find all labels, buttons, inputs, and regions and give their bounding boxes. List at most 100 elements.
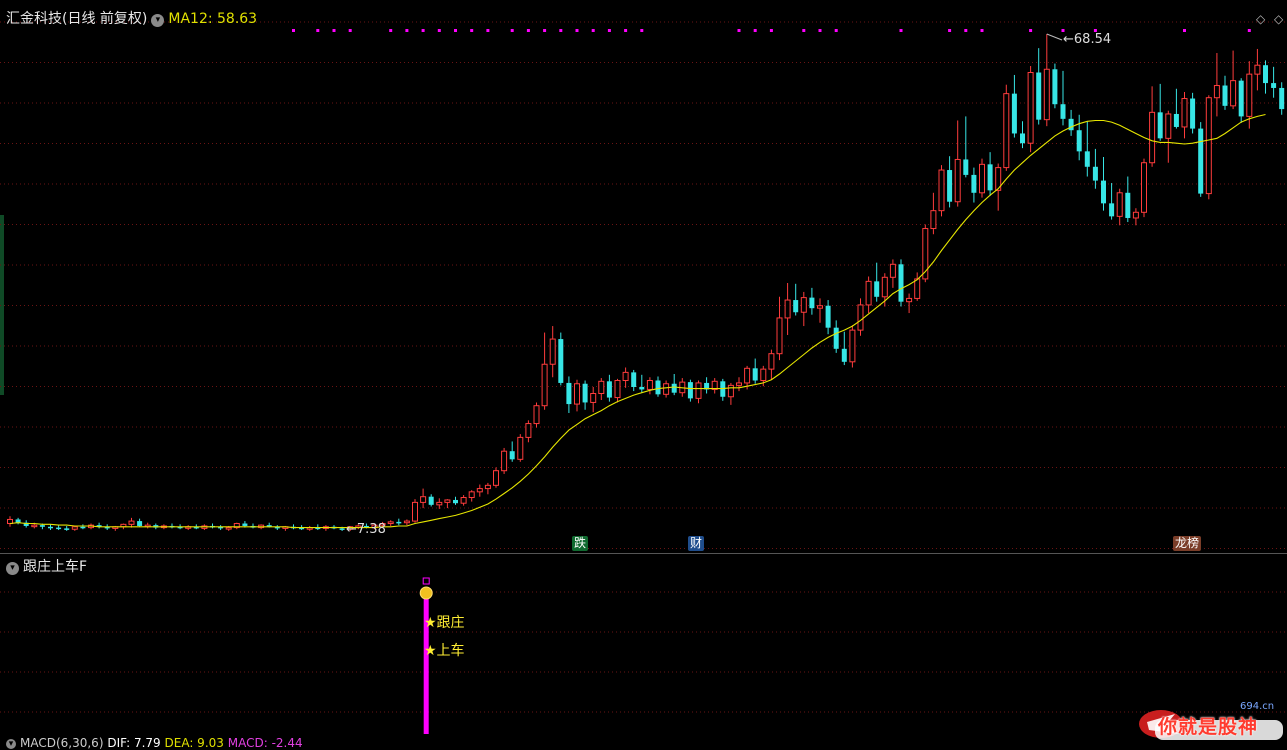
candle-body-down bbox=[1020, 133, 1025, 144]
candle-body-up bbox=[760, 368, 767, 382]
candle-body-down bbox=[1279, 87, 1285, 110]
candle-body-up bbox=[1181, 98, 1188, 128]
high-price-label: ←68.54 bbox=[1063, 32, 1111, 47]
watermark-text: 你就是股神 bbox=[1158, 716, 1259, 738]
signal-dot bbox=[486, 29, 490, 32]
signal-label-genzhuang: ★跟庄 bbox=[424, 615, 465, 631]
candle-body-up bbox=[517, 436, 524, 460]
candle-body-down bbox=[453, 499, 458, 504]
candle-body-down bbox=[1157, 112, 1163, 139]
candle-body-down bbox=[639, 387, 645, 390]
candle-body-down bbox=[874, 281, 880, 297]
badge-die[interactable]: 跌 bbox=[572, 536, 589, 551]
candle-body-up bbox=[1254, 64, 1261, 75]
candle-body-down bbox=[1076, 130, 1082, 152]
candle-body-up bbox=[493, 470, 499, 486]
macd-value: MACD: -2.44 bbox=[227, 736, 303, 750]
candle-body-up bbox=[930, 210, 937, 230]
candle-body-down bbox=[1011, 93, 1017, 134]
candle-body-down bbox=[947, 170, 953, 202]
candle-body-down bbox=[809, 297, 815, 309]
candle-body-up bbox=[541, 363, 548, 407]
candle-body-up bbox=[476, 488, 483, 493]
badge-longbang[interactable]: 龙榜 bbox=[1173, 536, 1202, 551]
candle-body-up bbox=[727, 384, 734, 398]
chevron-down-icon[interactable]: ▾ bbox=[6, 562, 19, 575]
candle-body-up bbox=[225, 527, 232, 530]
signal-coin-icon bbox=[419, 586, 433, 600]
candle-body-up bbox=[938, 169, 945, 212]
signal-dot bbox=[292, 29, 295, 32]
candle-body-up bbox=[1116, 192, 1123, 217]
signal-dot bbox=[543, 29, 547, 32]
signal-dot bbox=[1183, 29, 1186, 32]
candle-body-down bbox=[1238, 80, 1244, 117]
indicator-title[interactable]: 跟庄上车F bbox=[23, 559, 87, 575]
signal-dot bbox=[948, 29, 952, 32]
signal-dot bbox=[980, 29, 984, 32]
candle-body-down bbox=[1109, 203, 1115, 217]
macd-dif: DIF: 7.79 bbox=[107, 736, 161, 750]
candle-body-up bbox=[412, 501, 418, 522]
signal-dot bbox=[421, 29, 425, 32]
candle-body-up bbox=[525, 423, 532, 438]
candle-body-up bbox=[1132, 211, 1139, 219]
hi-lo-markers bbox=[1046, 33, 1063, 41]
candle-body-down bbox=[841, 348, 847, 362]
signal-dot bbox=[1247, 29, 1251, 32]
diamond-icon[interactable]: ◇ bbox=[1256, 12, 1265, 26]
signal-dot bbox=[405, 29, 409, 32]
sub-panel-header: ▾ 跟庄上车F bbox=[6, 556, 87, 576]
candle-body-down bbox=[1190, 98, 1196, 129]
signal-dot bbox=[640, 29, 644, 32]
candle-body-down bbox=[1263, 65, 1268, 84]
signal-dot bbox=[437, 29, 441, 32]
ma12-label: MA12: 58.63 bbox=[168, 11, 258, 27]
signal-dot bbox=[454, 29, 457, 32]
candle-body-up bbox=[954, 158, 961, 203]
badge-cai[interactable]: 财 bbox=[688, 536, 705, 551]
candle-body-up bbox=[436, 501, 443, 506]
candle-body-up bbox=[444, 499, 451, 503]
signal-dot bbox=[624, 29, 628, 32]
candle-body-down bbox=[80, 526, 86, 529]
diamond-icon[interactable]: ◇ bbox=[1274, 12, 1283, 26]
candle-body-down bbox=[48, 526, 53, 529]
candle-body-down bbox=[1052, 69, 1058, 105]
candle-body-up bbox=[128, 520, 135, 525]
candle-body-up bbox=[744, 367, 751, 384]
chevron-down-icon[interactable]: ▾ bbox=[6, 739, 16, 749]
candle-body-down bbox=[631, 372, 637, 388]
signal-dot bbox=[834, 29, 838, 32]
candle-body-down bbox=[582, 383, 588, 403]
candle-body-up bbox=[881, 276, 888, 298]
macd-params[interactable]: MACD(6,30,6) bbox=[20, 736, 104, 750]
candle-body-up bbox=[914, 278, 921, 299]
candle-body-down bbox=[752, 368, 758, 381]
candle-body-up bbox=[614, 380, 621, 399]
candle-body-down bbox=[655, 380, 661, 395]
stock-name[interactable]: 汇金科技 bbox=[6, 11, 62, 27]
candle-body-up bbox=[1003, 93, 1010, 169]
signal-dot bbox=[348, 29, 352, 32]
candle-body-up bbox=[906, 297, 913, 303]
candle-body-up bbox=[1141, 162, 1147, 213]
candle-body-up bbox=[387, 521, 394, 525]
candle-body-up bbox=[403, 520, 410, 524]
candle-body-down bbox=[1084, 151, 1090, 167]
signal-dot bbox=[753, 29, 757, 32]
candles-group bbox=[7, 34, 1285, 531]
signal-dot bbox=[607, 29, 611, 32]
candle-body-down bbox=[1198, 128, 1204, 194]
period-label: (日线 前复权) bbox=[62, 11, 148, 27]
candle-body-down bbox=[671, 383, 677, 393]
candle-body-up bbox=[736, 382, 742, 386]
panel-separator[interactable] bbox=[0, 553, 1287, 554]
candle-body-up bbox=[574, 383, 580, 405]
chevron-down-icon[interactable]: ▾ bbox=[151, 14, 165, 27]
low-price-label: ←7.38 bbox=[346, 522, 386, 537]
signal-dot bbox=[526, 29, 530, 32]
candle-body-down bbox=[396, 521, 402, 524]
watermark-site: 694.cn bbox=[1240, 701, 1275, 712]
candle-body-up bbox=[460, 497, 467, 504]
